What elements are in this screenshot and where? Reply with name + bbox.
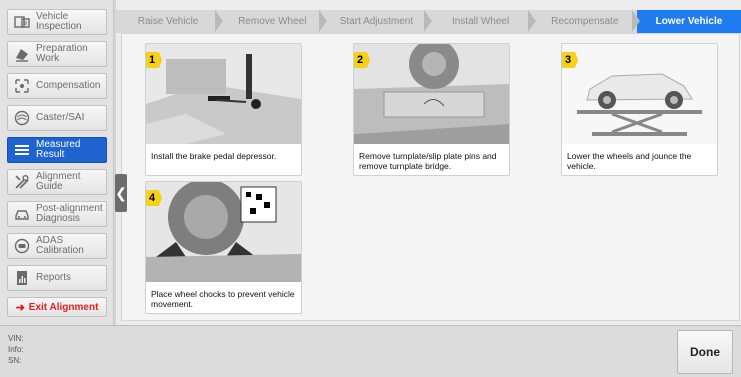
instruction-card: 1 Install the brake pedal depressor.: [145, 43, 302, 176]
sn-label: SN:: [8, 356, 22, 365]
instruction-card: 4 Place wheel chocks to prevent vehicle …: [145, 181, 302, 314]
sidebar-item-label: Alignment Guide: [36, 171, 81, 192]
chevron-left-icon: ❮: [115, 184, 127, 201]
brake-pedal-image: [146, 44, 301, 144]
instruction-panel: 1 Install the brake pedal depressor. 2 R…: [121, 33, 740, 321]
sidebar-item-label: ADAS Calibration: [36, 235, 84, 256]
instruction-text: Remove turnplate/slip plate pins and rem…: [359, 151, 497, 171]
step-recompensate[interactable]: Recompensate: [527, 10, 637, 33]
wheel-chock-image: [146, 182, 301, 282]
sidebar-item-reports[interactable]: Reports: [7, 265, 107, 291]
step-start-adjustment[interactable]: Start Adjustment: [319, 10, 428, 33]
step-number-badge: 1: [146, 52, 163, 68]
instruction-card: 2 Remove turnplate/slip plate pins and r…: [353, 43, 510, 176]
sidebar-item-label: Compensation: [36, 80, 101, 91]
vehicle-inspection-icon: [13, 13, 31, 31]
exit-alignment-button[interactable]: ➜ Exit Alignment: [7, 297, 107, 317]
sidebar-item-label: Measured Result: [36, 139, 81, 160]
sidebar-item-caster-sai[interactable]: Caster/SAI: [7, 105, 107, 131]
footer: VIN: Info: SN: Done: [0, 325, 741, 377]
exit-alignment-label: Exit Alignment: [28, 301, 99, 313]
sidebar-item-label: Post-alignment Diagnosis: [36, 203, 103, 224]
sidebar-item-adas-calibration[interactable]: ADAS Calibration: [7, 233, 107, 259]
step-install-wheel[interactable]: Install Wheel: [423, 10, 533, 33]
step-remove-wheel[interactable]: Remove Wheel: [215, 10, 324, 33]
tools-icon: [13, 173, 31, 191]
sidebar-item-compensation[interactable]: Compensation: [7, 73, 107, 99]
step-bar: Raise Vehicle Remove Wheel Start Adjustm…: [116, 10, 741, 33]
main-area: Raise Vehicle Remove Wheel Start Adjustm…: [116, 0, 741, 325]
instruction-text: Place wheel chocks to prevent vehicle mo…: [151, 289, 295, 309]
info-label: Info:: [8, 345, 24, 354]
step-number-badge: 3: [562, 52, 579, 68]
measured-result-icon: [13, 141, 31, 159]
turnplate-image: [354, 44, 509, 144]
compensation-icon: [13, 77, 31, 95]
instruction-card: 3 Lower the wheels and jounce the vehicl…: [561, 43, 718, 176]
vin-label: VIN:: [8, 334, 24, 343]
sidebar-item-label: Preparation Work: [36, 43, 88, 64]
instruction-text: Lower the wheels and jounce the vehicle.: [567, 151, 692, 171]
sidebar-item-vehicle-inspection[interactable]: Vehicle Inspection: [7, 9, 107, 35]
sidebar-item-post-alignment-diagnosis[interactable]: Post-alignment Diagnosis: [7, 201, 107, 227]
vehicle-info: VIN: Info: SN:: [8, 333, 24, 366]
reports-icon: [13, 269, 31, 287]
sidebar-item-label: Vehicle Inspection: [36, 11, 82, 32]
car-diagnosis-icon: [13, 205, 31, 223]
sidebar-item-label: Reports: [36, 272, 72, 283]
step-number-badge: 2: [354, 52, 371, 68]
collapse-sidebar-button[interactable]: ❮: [115, 174, 127, 212]
instruction-text: Install the brake pedal depressor.: [151, 151, 277, 161]
step-raise-vehicle[interactable]: Raise Vehicle: [116, 10, 220, 33]
sidebar: Vehicle Inspection Preparation Work Comp…: [0, 0, 114, 325]
step-number-badge: 4: [146, 190, 163, 206]
step-lower-vehicle[interactable]: Lower Vehicle: [631, 10, 741, 33]
sidebar-item-label: Caster/SAI: [36, 112, 85, 123]
caster-icon: [13, 109, 31, 127]
sidebar-item-alignment-guide[interactable]: Alignment Guide: [7, 169, 107, 195]
sidebar-item-preparation-work[interactable]: Preparation Work: [7, 41, 107, 67]
done-button[interactable]: Done: [677, 330, 733, 374]
adas-icon: [13, 237, 31, 255]
sidebar-item-measured-result[interactable]: Measured Result: [7, 137, 107, 163]
exit-icon: ➜: [15, 301, 25, 314]
vehicle-lift-image: [562, 44, 717, 144]
preparation-icon: [13, 45, 31, 63]
